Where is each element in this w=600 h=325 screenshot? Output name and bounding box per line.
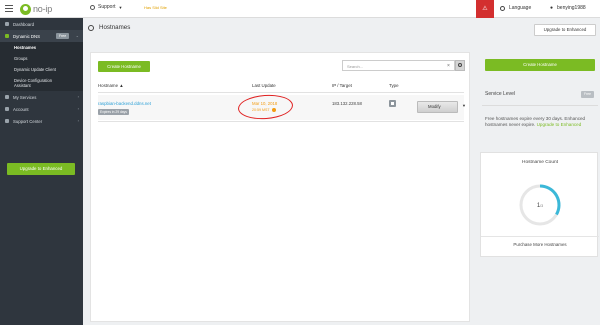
purchase-more-link[interactable]: Purchase More Hostnames — [481, 242, 599, 247]
sidebar-item-label: Account — [13, 106, 29, 112]
username-label: benying1988 — [557, 5, 586, 11]
support-icon — [5, 119, 9, 123]
sidebar-item-label: Support Center — [13, 118, 43, 124]
logo-text: no-ip — [33, 4, 53, 14]
sidebar-item-dynamic-dns[interactable]: Dynamic DNS Free ⌄ — [0, 30, 83, 42]
record-type-icon — [389, 100, 396, 107]
chevron-right-icon: › — [77, 118, 79, 123]
services-icon — [5, 95, 9, 99]
sidebar-item-my-services[interactable]: My Services › — [0, 91, 83, 103]
modify-button[interactable]: Modify — [417, 101, 458, 113]
page-header: Hostnames — [88, 24, 130, 31]
search-button[interactable] — [455, 60, 465, 71]
service-level-label: Service Level — [485, 91, 516, 97]
sidebar-subitem-dynamic-update-client[interactable]: Dynamic Update Client — [0, 64, 83, 75]
column-header-type: Type — [389, 83, 399, 88]
hostname-count-card: Hostname Count 1/3 Purchase More Hostnam… — [480, 152, 599, 257]
globe-icon — [5, 34, 9, 38]
sidebar-item-label: Dashboard — [13, 21, 35, 27]
lifebuoy-icon — [90, 4, 95, 10]
clear-search-icon[interactable]: × — [447, 63, 450, 69]
sidebar-subitem-hostnames[interactable]: Hostnames — [0, 42, 83, 53]
column-header-hostname[interactable]: Hostname ▲ — [98, 83, 124, 88]
free-badge: Free — [56, 33, 70, 39]
hamburger-menu-icon[interactable] — [5, 5, 13, 12]
sidebar-subitem-device-config[interactable]: Device Configuration Assistant — [0, 75, 83, 91]
row-divider — [98, 121, 464, 122]
sidebar-item-account[interactable]: Account › — [0, 103, 83, 115]
account-icon — [5, 107, 9, 111]
chevron-down-icon: ⌄ — [75, 33, 79, 38]
hostname-count-total: /3 — [540, 204, 544, 208]
user-icon: ● — [550, 5, 554, 11]
notification-bell-icon[interactable]: ⚠ — [476, 0, 494, 18]
sidebar-item-label: Dynamic DNS — [13, 33, 40, 39]
header-divider — [98, 92, 464, 93]
search-icon — [458, 63, 462, 67]
sidebar-item-support-center[interactable]: Support Center › — [0, 115, 83, 127]
support-label: Support — [98, 4, 116, 10]
support-menu[interactable]: Support ▼ — [90, 4, 122, 10]
create-hostname-button[interactable]: Create Hostname — [98, 61, 150, 72]
column-header-last-update: Last Update — [252, 83, 276, 88]
language-menu[interactable]: Language — [500, 5, 531, 11]
chevron-right-icon: › — [77, 94, 79, 99]
hostname-link[interactable]: raspbian-backend.ddns.net — [98, 101, 151, 106]
sidebar-item-label: My Services — [13, 94, 37, 100]
header-upgrade-button[interactable]: Upgrade to Enhanced — [534, 24, 596, 36]
chevron-down-icon[interactable]: ▼ — [462, 103, 466, 108]
ip-target: 183.132.228.58 — [332, 101, 362, 106]
upgrade-link[interactable]: Upgrade to Enhanced — [537, 122, 582, 127]
chevron-down-icon: ▼ — [118, 4, 123, 10]
language-label: Language — [509, 5, 532, 11]
top-bar: no-ip Support ▼ Has Slid Site ⚠ Language… — [0, 0, 600, 18]
service-description: Free hostnames expire every 30 days. Enh… — [485, 116, 597, 129]
noip-logo[interactable]: no-ip — [20, 3, 52, 15]
domain-alert-text[interactable]: Has Slid Site — [144, 5, 167, 10]
globe-icon — [88, 24, 94, 31]
chevron-right-icon: › — [77, 106, 79, 111]
sidebar-subitem-label-line2: Assistant — [14, 83, 31, 88]
hostname-count-title: Hostname Count — [522, 160, 558, 165]
user-menu[interactable]: ● benying1988 — [550, 5, 586, 11]
sidebar-subitem-groups[interactable]: Groups — [0, 53, 83, 64]
right-create-hostname-button[interactable]: Create Hostname — [485, 59, 595, 71]
card-divider — [481, 236, 599, 237]
logo-mark-icon — [20, 3, 31, 15]
right-divider — [482, 105, 598, 106]
search-placeholder: Search... — [347, 64, 364, 69]
sidebar: Dashboard Dynamic DNS Free ⌄ Hostnames G… — [0, 18, 83, 325]
page-title: Hostnames — [99, 24, 131, 31]
hostnames-panel: Create Hostname Search... × Hostname ▲ L… — [90, 52, 470, 322]
sidebar-upgrade-button[interactable]: Upgrade to Enhanced — [7, 163, 75, 175]
sidebar-item-dashboard[interactable]: Dashboard — [0, 18, 83, 30]
expiry-badge: Expires in 29 days — [98, 109, 129, 115]
dashboard-icon — [5, 22, 9, 26]
hostname-count-value: 1/3 — [481, 203, 599, 209]
search-input[interactable]: Search... × — [342, 60, 455, 71]
globe-icon — [500, 5, 505, 11]
service-level-badge: Free — [581, 91, 594, 98]
column-header-ip-target: IP / Target — [332, 83, 352, 88]
